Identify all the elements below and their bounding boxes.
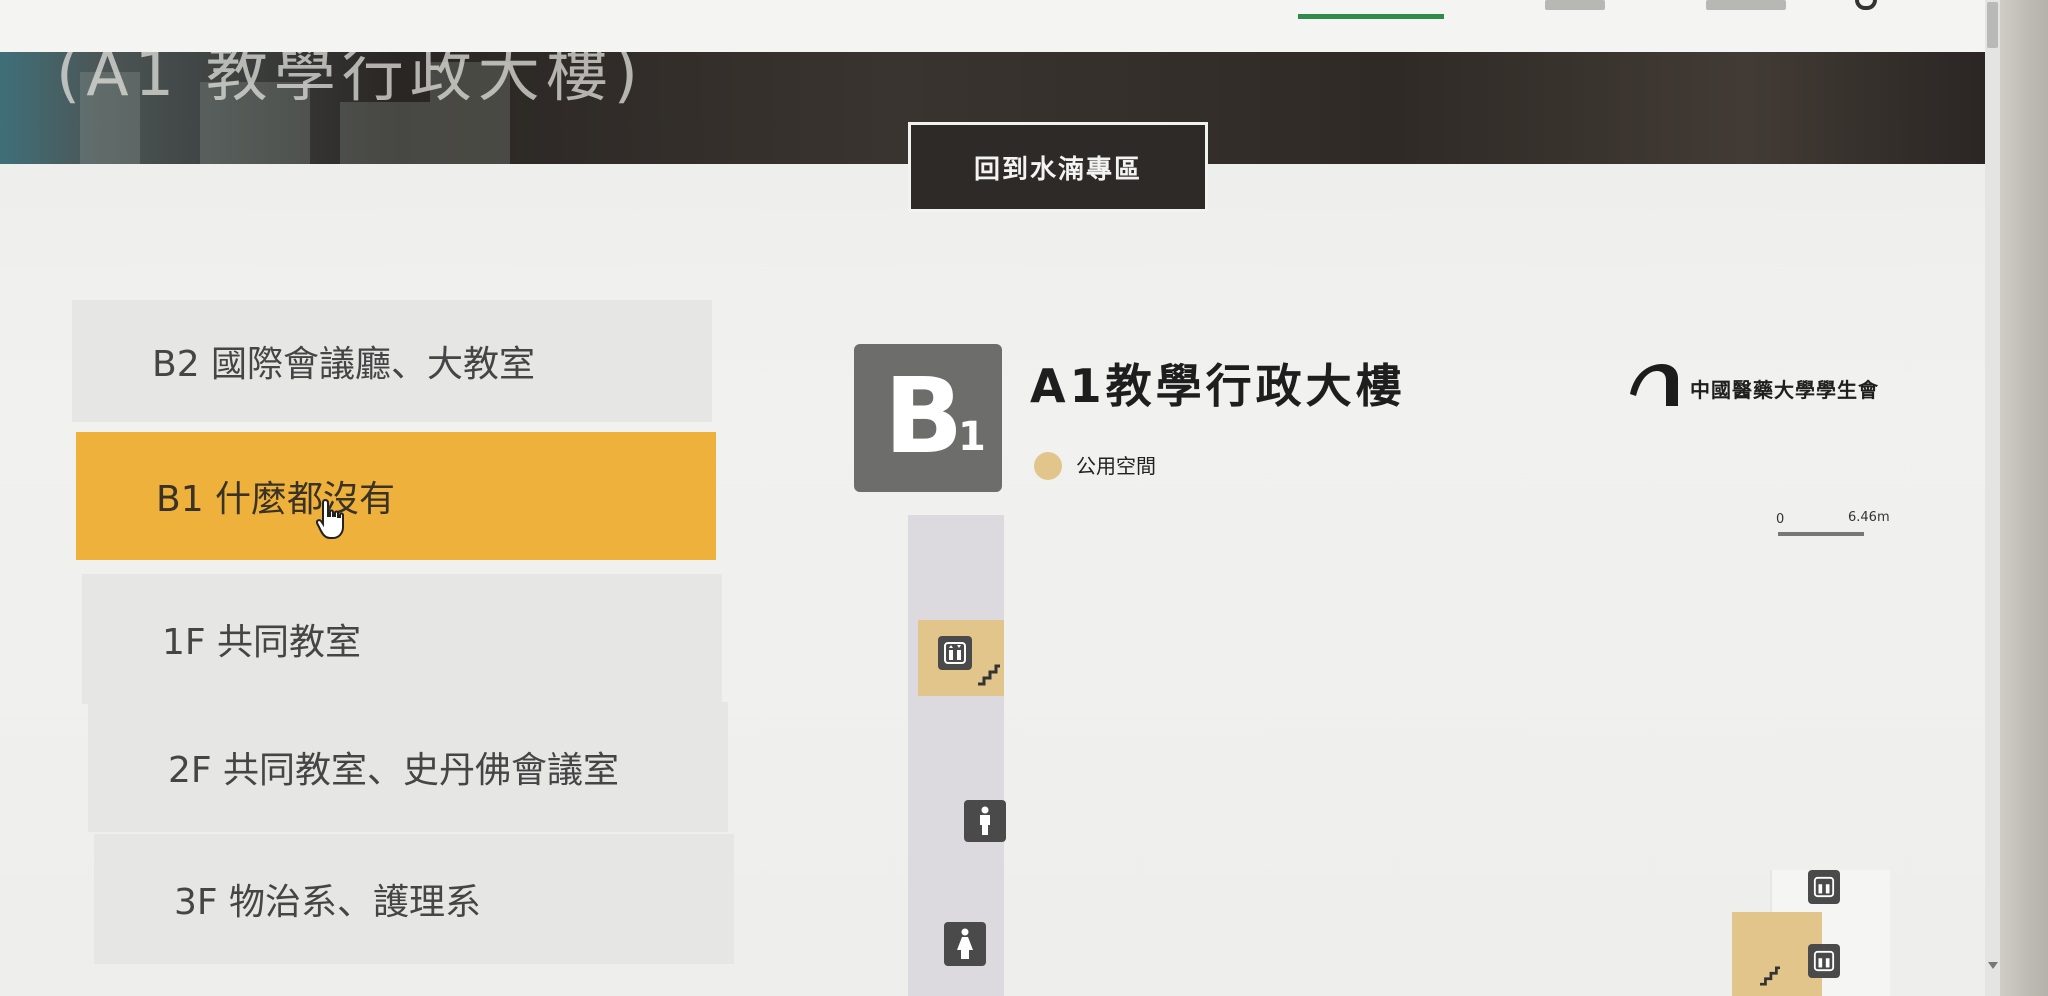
restroom-male-icon[interactable] (964, 800, 1006, 842)
legend-label-public: 公用空間 (1076, 454, 1156, 478)
floor-item-b1[interactable]: B1 什麼都沒有 (76, 432, 716, 560)
scrollbar-thumb[interactable] (1987, 2, 1998, 48)
restroom-female-icon[interactable] (944, 922, 986, 966)
stairs-icon[interactable] (1758, 966, 1782, 986)
student-union-logo-icon (1630, 364, 1678, 406)
floor-item-b2[interactable]: B2 國際會議廳、大教室 (72, 300, 712, 422)
legend-swatch-public (1034, 452, 1062, 480)
top-navigation (0, 0, 1985, 52)
hand-cursor-icon (316, 498, 344, 539)
scale-bar (1778, 532, 1864, 536)
search-icon[interactable] (1855, 0, 1877, 10)
floor-item-2f[interactable]: 2F 共同教室、史丹佛會議室 (88, 702, 728, 832)
scale-bar-min-label: 0 (1776, 512, 1785, 527)
nav-active-indicator (1298, 14, 1444, 19)
elevator-icon[interactable] (1808, 944, 1840, 978)
monitor-bezel (2000, 0, 2048, 996)
floor-item-3f[interactable]: 3F 物治系、護理系 (94, 834, 734, 964)
vertical-scrollbar[interactable] (1985, 0, 2000, 996)
scale-bar-max-label: 6.46m (1848, 510, 1890, 525)
back-to-area-button[interactable]: 回到水湳專區 (908, 122, 1208, 212)
scroll-down-arrow-icon[interactable] (1988, 962, 1998, 969)
nav-item-cropped[interactable] (1706, 0, 1786, 10)
floor-badge: B 1 (854, 344, 1002, 492)
elevator-icon[interactable] (1808, 870, 1840, 904)
logo-text: 中國醫藥大學學生會 (1690, 378, 1879, 402)
stairs-icon[interactable] (976, 664, 1002, 686)
floor-item-1f[interactable]: 1F 共同教室 (82, 574, 722, 704)
hero-photo-detail (340, 102, 430, 164)
floor-badge-number: 1 (958, 414, 986, 460)
floor-badge-letter: B (884, 355, 964, 477)
browser-viewport: (A1 教學行政大樓) 回到水湳專區 B2 國際會議廳、大教室 B1 什麼都沒有… (0, 0, 2000, 996)
building-name: A1教學行政大樓 (1030, 359, 1406, 413)
nav-item-cropped[interactable] (1545, 0, 1605, 10)
elevator-icon[interactable] (938, 636, 972, 670)
hero-title: (A1 教學行政大樓) (56, 52, 644, 110)
